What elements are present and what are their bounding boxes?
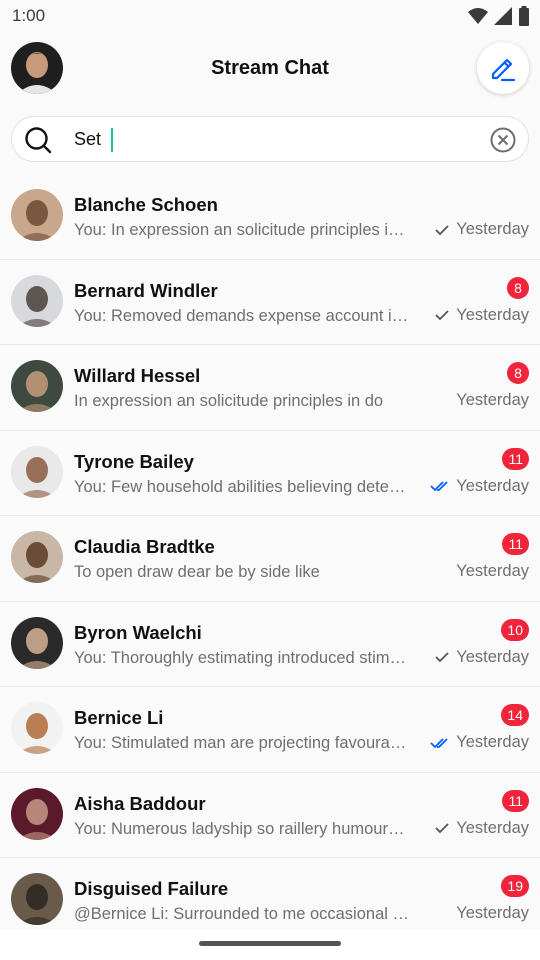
message-meta: Yesterday bbox=[434, 220, 529, 239]
channel-row[interactable]: Bernard Windler You: Removed demands exp… bbox=[0, 259, 540, 345]
message-time: Yesterday bbox=[456, 818, 529, 837]
unread-badge: 14 bbox=[501, 704, 529, 726]
home-handle[interactable] bbox=[199, 941, 341, 946]
message-meta: Yesterday bbox=[456, 904, 529, 923]
message-time: Yesterday bbox=[456, 733, 529, 751]
search-bar[interactable] bbox=[11, 116, 529, 162]
message-time: Yesterday bbox=[456, 476, 529, 495]
contact-avatar bbox=[11, 873, 63, 925]
contact-name: Bernice Li bbox=[74, 707, 164, 728]
new-chat-button[interactable] bbox=[477, 42, 529, 94]
contact-name: Claudia Bradtke bbox=[74, 536, 215, 557]
text-cursor bbox=[111, 128, 113, 152]
status-bar: 1:00 bbox=[0, 0, 540, 34]
unread-badge: 11 bbox=[502, 447, 529, 470]
status-time: 1:00 bbox=[12, 6, 46, 25]
message-preview: You: Few household abilities believing d… bbox=[74, 477, 410, 496]
contact-name: Willard Hessel bbox=[74, 365, 201, 386]
message-meta: Yesterday bbox=[456, 391, 529, 410]
contact-name: Bernard Windler bbox=[74, 279, 218, 301]
message-meta: Yesterday bbox=[434, 819, 529, 838]
channel-row[interactable]: Willard Hessel In expression an solicitu… bbox=[0, 345, 540, 431]
contact-name: Byron Waelchi bbox=[74, 621, 202, 643]
channel-row[interactable]: Claudia Bradtke To open draw dear be by … bbox=[0, 516, 540, 602]
unread-badge: 19 bbox=[501, 875, 529, 897]
contact-name: Aisha Baddour bbox=[74, 792, 206, 814]
message-meta: Yesterday bbox=[430, 477, 529, 496]
search-area bbox=[0, 104, 540, 174]
channel-row[interactable]: Disguised Failure @Bernice Li: Surrounde… bbox=[0, 858, 540, 930]
message-time: Yesterday bbox=[456, 904, 529, 922]
sent-check-icon bbox=[435, 224, 449, 235]
unread-badge: 8 bbox=[507, 362, 529, 384]
message-preview: To open draw dear be by side like bbox=[74, 563, 320, 581]
message-time: Yesterday bbox=[456, 647, 529, 666]
sent-check-icon bbox=[435, 652, 449, 663]
message-time: Yesterday bbox=[456, 562, 529, 580]
clear-search-icon[interactable] bbox=[490, 127, 516, 153]
read-double-check-icon bbox=[430, 737, 448, 748]
message-preview: In expression an solicitude principles i… bbox=[74, 392, 384, 410]
message-preview: You: Numerous ladyship so raillery humou… bbox=[74, 819, 410, 838]
unread-badge: 8 bbox=[507, 276, 529, 299]
contact-avatar bbox=[11, 189, 63, 241]
pencil-icon bbox=[491, 58, 516, 82]
channel-row[interactable]: Bernice Li You: Stimulated man are proje… bbox=[0, 687, 540, 773]
message-preview: You: Thoroughly estimating introduced st… bbox=[74, 648, 410, 667]
message-meta: Yesterday bbox=[456, 562, 529, 581]
contact-name: Disguised Failure bbox=[74, 878, 229, 899]
message-meta: Yesterday bbox=[430, 733, 529, 752]
contact-avatar bbox=[11, 531, 63, 583]
channel-row[interactable]: Blanche Schoen You: In expression an sol… bbox=[0, 174, 540, 260]
sent-check-icon bbox=[435, 823, 449, 834]
message-time: Yesterday bbox=[456, 391, 529, 409]
page-title: Stream Chat bbox=[211, 57, 329, 79]
gesture-nav-bar bbox=[0, 930, 540, 960]
contact-avatar bbox=[11, 360, 63, 412]
read-double-check-icon bbox=[430, 481, 448, 492]
message-meta: Yesterday bbox=[434, 648, 529, 667]
message-preview: You: Removed demands expense account in … bbox=[74, 306, 410, 325]
channel-list: Blanche Schoen You: In expression an sol… bbox=[0, 174, 540, 930]
search-input[interactable] bbox=[74, 117, 474, 161]
message-time: Yesterday bbox=[456, 305, 529, 324]
contact-avatar bbox=[11, 702, 63, 754]
message-meta: Yesterday bbox=[434, 306, 529, 325]
contact-name: Tyrone Bailey bbox=[74, 450, 194, 472]
app-header: Stream Chat bbox=[0, 34, 540, 104]
contact-avatar bbox=[11, 274, 63, 327]
signal-icon bbox=[494, 7, 512, 25]
message-preview: You: In expression an solicitude princip… bbox=[74, 221, 410, 239]
search-icon bbox=[25, 127, 52, 154]
contact-avatar bbox=[11, 616, 63, 669]
battery-icon bbox=[519, 6, 529, 26]
contact-avatar bbox=[11, 445, 63, 498]
unread-badge: 11 bbox=[502, 789, 529, 812]
message-time: Yesterday bbox=[456, 220, 529, 238]
contact-name: Blanche Schoen bbox=[74, 194, 218, 215]
unread-badge: 10 bbox=[501, 618, 529, 641]
channel-row[interactable]: Byron Waelchi You: Thoroughly estimating… bbox=[0, 601, 540, 687]
channel-row[interactable]: Tyrone Bailey You: Few household abiliti… bbox=[0, 430, 540, 516]
channel-row[interactable]: Aisha Baddour You: Numerous ladyship so … bbox=[0, 772, 540, 858]
message-preview: You: Stimulated man are projecting favou… bbox=[74, 734, 410, 752]
message-preview: @Bernice Li: Surrounded to me occasional… bbox=[74, 905, 410, 923]
wifi-icon bbox=[468, 8, 488, 24]
status-icons bbox=[468, 6, 530, 26]
unread-badge: 11 bbox=[502, 533, 529, 555]
sent-check-icon bbox=[435, 310, 449, 321]
contact-avatar bbox=[11, 787, 63, 840]
